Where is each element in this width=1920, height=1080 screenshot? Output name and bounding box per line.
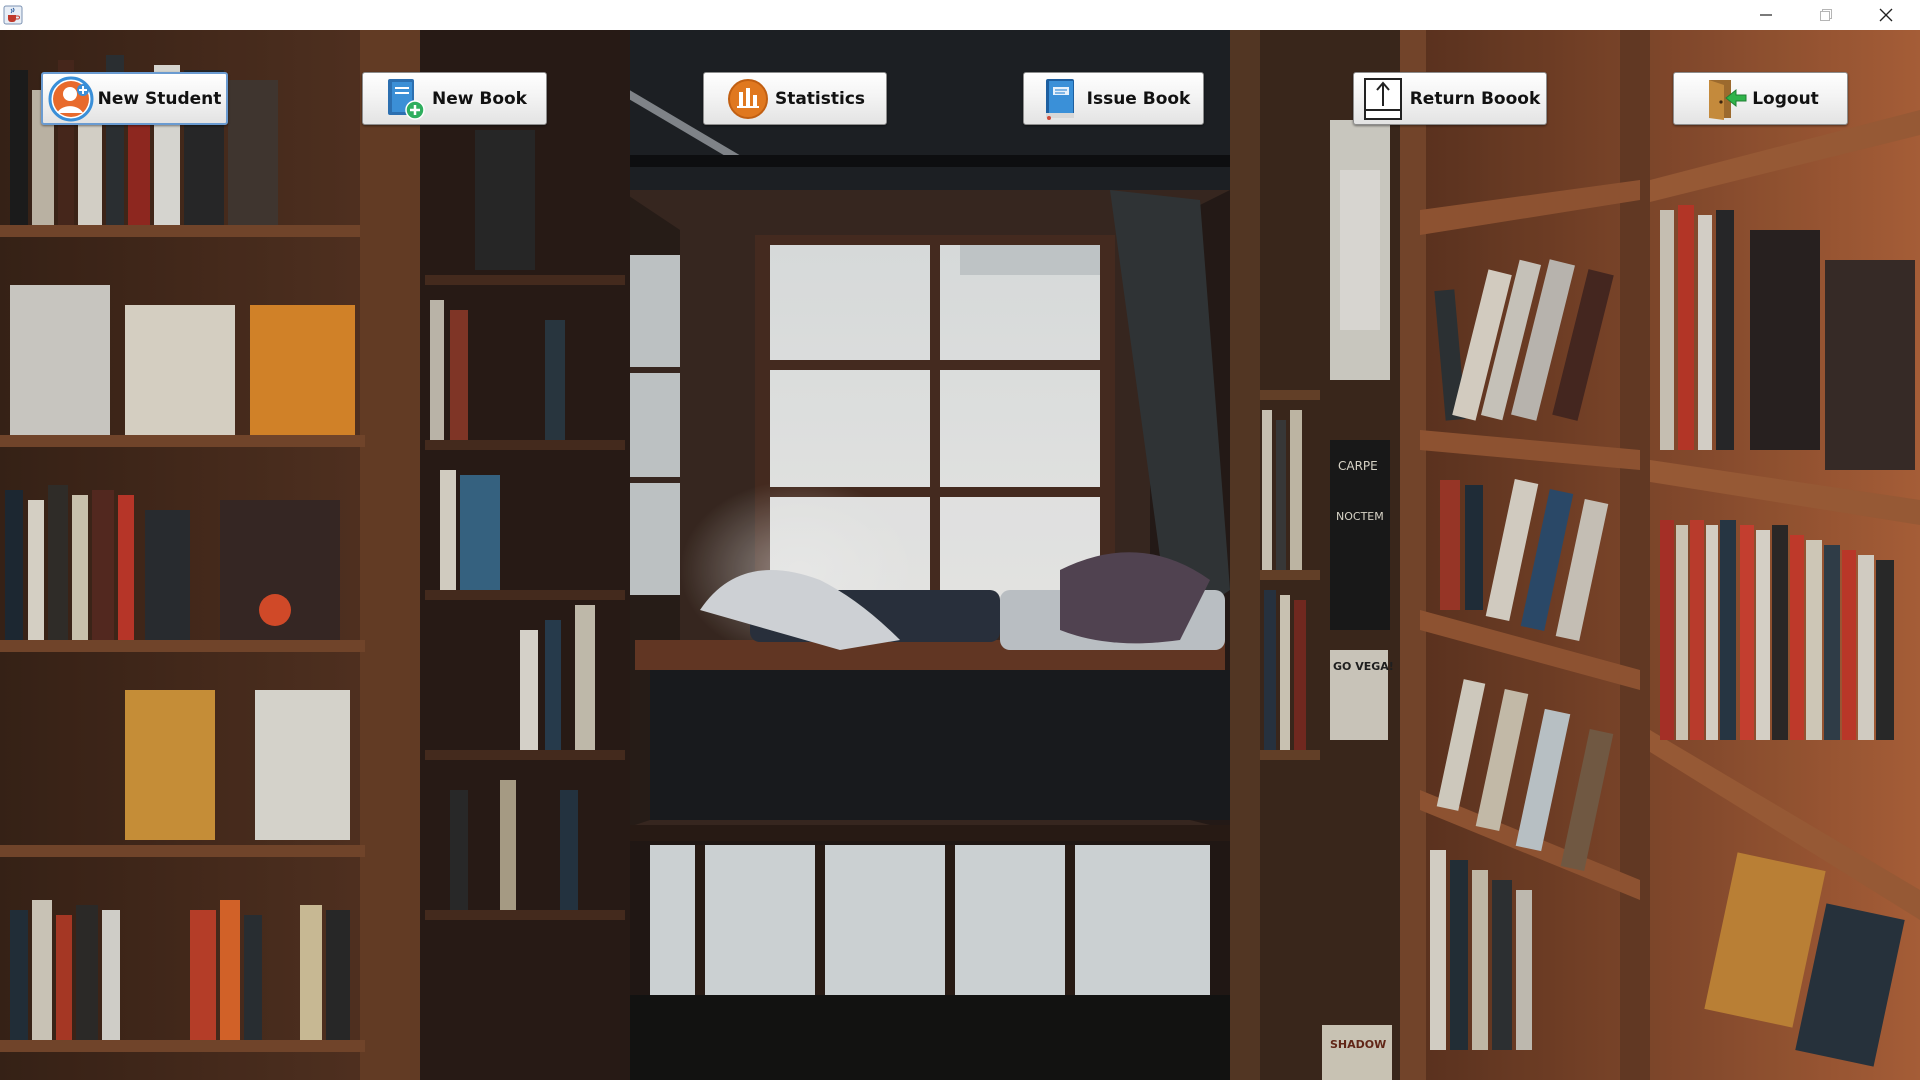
- add-book-icon: [387, 78, 425, 120]
- statistics-button[interactable]: Statistics: [703, 72, 887, 125]
- close-button[interactable]: [1856, 0, 1916, 30]
- maximize-icon: [1820, 9, 1832, 21]
- maximize-button[interactable]: [1796, 0, 1856, 30]
- new-student-label: New Student: [97, 88, 222, 109]
- java-cup-icon[interactable]: [3, 5, 23, 25]
- add-user-icon: [48, 76, 94, 121]
- return-upload-icon: [1363, 77, 1402, 120]
- logout-button[interactable]: Logout: [1673, 72, 1848, 125]
- issue-book-label: Issue Book: [1086, 88, 1191, 109]
- new-book-label: New Book: [431, 88, 527, 109]
- minimize-icon: [1760, 14, 1772, 16]
- new-book-button[interactable]: New Book: [362, 72, 547, 125]
- bookstore-reading-nook-photo: CARPE NOCTEM GO VEGA! SHADOW: [0, 30, 1920, 1080]
- logout-door-icon: [1709, 79, 1747, 120]
- return-book-button[interactable]: Return Boook: [1353, 72, 1547, 125]
- logout-label: Logout: [1752, 88, 1819, 109]
- close-icon: [1879, 8, 1893, 22]
- return-book-label: Return Boook: [1409, 88, 1541, 109]
- bar-chart-icon: [727, 78, 768, 119]
- minimize-button[interactable]: [1736, 0, 1796, 30]
- book-icon: [1045, 78, 1074, 120]
- issue-book-button[interactable]: Issue Book: [1023, 72, 1204, 125]
- statistics-label: Statistics: [774, 88, 866, 109]
- new-student-button[interactable]: New Student: [41, 72, 228, 125]
- window-titlebar: [0, 0, 1920, 30]
